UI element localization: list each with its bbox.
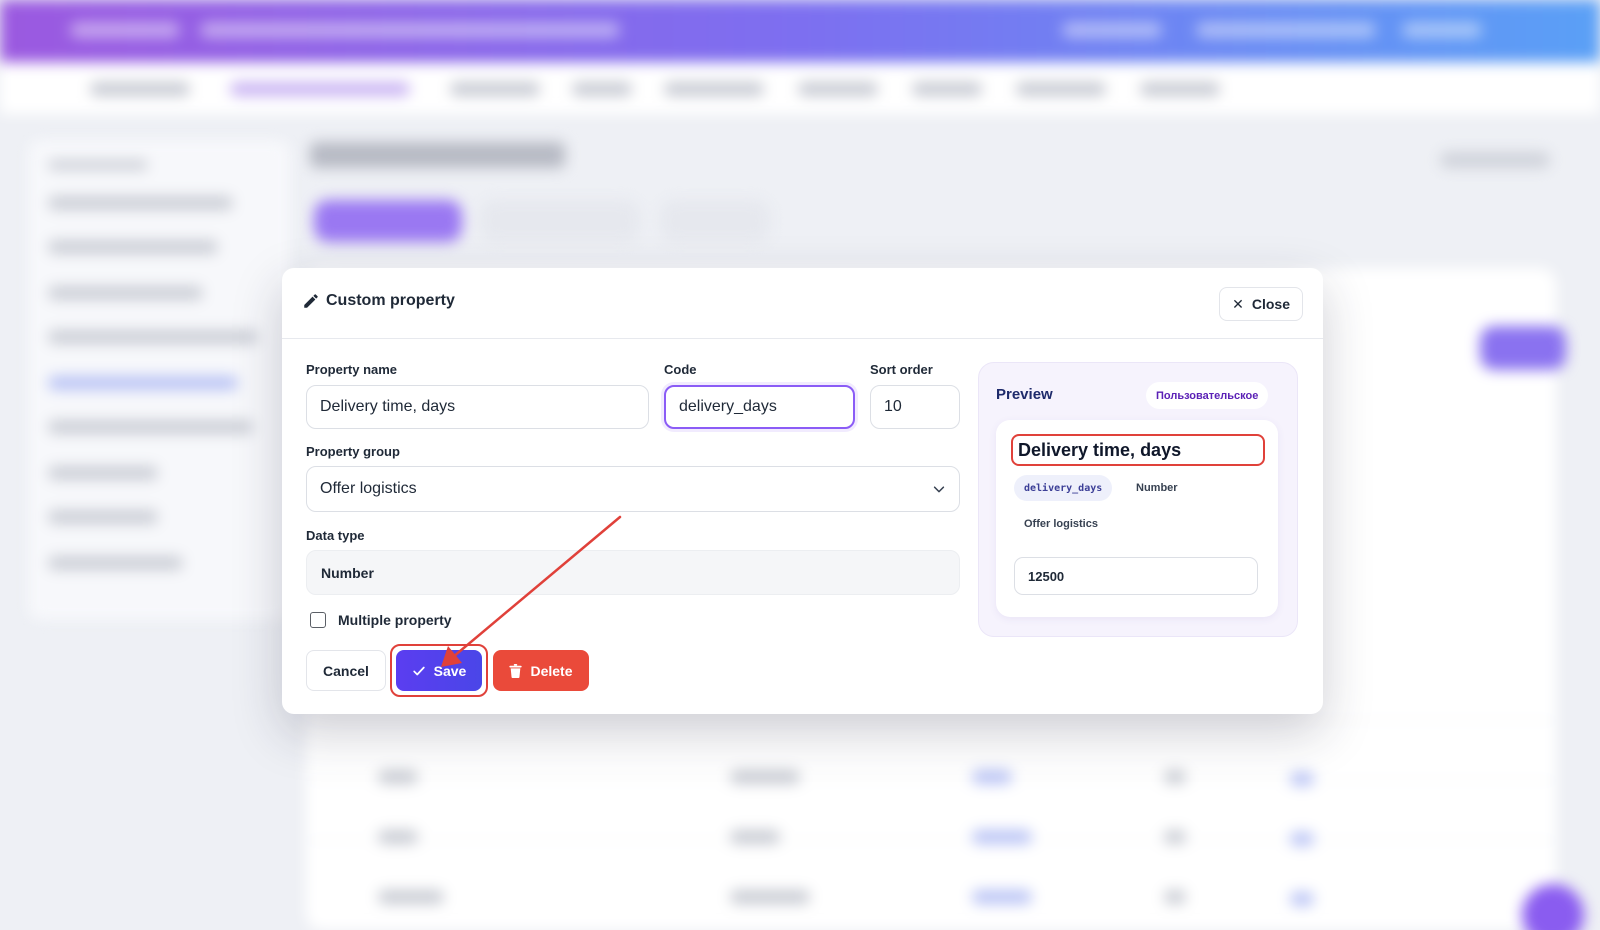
data-type-field[interactable]: Number — [306, 550, 960, 595]
table-cell — [1164, 770, 1186, 784]
nav-item — [912, 82, 982, 96]
preview-value-input[interactable]: 12500 — [1014, 557, 1258, 595]
sidebar-item-active — [48, 376, 238, 390]
code-value: delivery_days — [679, 398, 777, 415]
preview-value-text: 12500 — [1028, 568, 1065, 584]
table-cell — [378, 830, 418, 844]
sidebar-item — [48, 556, 183, 570]
delete-button-label: Delete — [530, 662, 573, 679]
save-button-label: Save — [433, 662, 467, 679]
nav-item — [1140, 82, 1220, 96]
sidebar-item — [48, 240, 218, 254]
data-type-value: Number — [321, 564, 374, 581]
preview-property-name-text: Delivery time, days — [1018, 439, 1182, 460]
property-name-label: Property name — [306, 362, 398, 377]
tab-active — [314, 200, 462, 242]
save-button[interactable]: Save — [396, 650, 482, 691]
modal-header: Custom property ✕ Close — [282, 268, 1323, 339]
nav-item — [450, 82, 540, 96]
table-cell — [972, 890, 1032, 904]
table-cell — [972, 830, 1032, 844]
user-menu — [1196, 22, 1376, 38]
preview-type-chip: Number — [1136, 482, 1178, 494]
table-cell — [378, 770, 418, 784]
add-button — [1480, 326, 1566, 370]
tab — [660, 200, 770, 242]
nav-item — [664, 82, 764, 96]
sidebar-item — [48, 196, 233, 210]
nav-item-active — [230, 82, 410, 96]
table-cell — [1164, 890, 1186, 904]
property-group-label: Property group — [306, 444, 400, 459]
tab — [480, 200, 640, 242]
trash-icon — [509, 663, 523, 678]
table-row — [306, 840, 1556, 841]
sidebar-item — [48, 510, 158, 524]
preview-code-chip: delivery_days — [1014, 475, 1113, 501]
preview-property-name: Delivery time, days — [1011, 434, 1265, 466]
cancel-button[interactable]: Cancel — [306, 650, 386, 691]
sort-order-input[interactable]: 10 — [870, 385, 960, 429]
sidebar-item — [48, 330, 258, 344]
table-cell — [730, 770, 800, 784]
table-cell — [730, 890, 810, 904]
table-cell — [972, 770, 1012, 784]
app-logo — [70, 22, 180, 38]
table-cell — [1290, 892, 1314, 906]
multiple-property-row[interactable]: Multiple property — [310, 612, 452, 628]
preview-badge: Пользовательское — [1146, 382, 1269, 409]
cancel-button-label: Cancel — [323, 662, 369, 679]
property-name-input[interactable]: Delivery time, days — [306, 385, 649, 429]
sidebar-item — [48, 286, 203, 300]
sort-order-value: 10 — [884, 398, 902, 415]
chevron-down-icon — [933, 486, 945, 493]
breadcrumb — [200, 22, 620, 38]
sidebar-heading — [48, 160, 148, 170]
modal-title-text: Custom property — [326, 292, 455, 309]
close-icon: ✕ — [1232, 295, 1244, 312]
code-label: Code — [664, 362, 697, 377]
sidebar-item — [48, 466, 158, 480]
table-row — [306, 780, 1556, 781]
preview-group-chip: Offer logistics — [1024, 518, 1098, 530]
multiple-property-label: Multiple property — [338, 612, 452, 628]
table-cell — [730, 830, 780, 844]
table-cell — [378, 890, 444, 904]
nav-item — [798, 82, 878, 96]
preview-title: Preview — [996, 386, 1053, 403]
nav-item — [1016, 82, 1106, 96]
pencil-icon — [304, 294, 318, 308]
table-cell — [1164, 830, 1186, 844]
property-name-value: Delivery time, days — [320, 398, 456, 415]
nav-item — [90, 82, 190, 96]
back-button — [1440, 152, 1550, 168]
sort-order-label: Sort order — [870, 362, 933, 377]
multiple-property-checkbox[interactable] — [310, 612, 326, 628]
table-cell — [1290, 772, 1314, 786]
property-group-value: Offer logistics — [320, 480, 417, 497]
check-icon — [412, 666, 425, 675]
delete-button[interactable]: Delete — [493, 650, 589, 691]
table-row — [306, 720, 1556, 721]
data-type-label: Data type — [306, 528, 365, 543]
code-input[interactable]: delivery_days — [664, 385, 855, 429]
sidebar-item — [48, 420, 253, 434]
table-cell — [1290, 832, 1314, 846]
modal-title: Custom property — [302, 292, 455, 310]
nav-item — [572, 82, 632, 96]
language-switch — [1062, 22, 1162, 38]
close-button-label: Close — [1251, 296, 1290, 312]
property-group-select[interactable]: Offer logistics — [306, 466, 960, 512]
logout-link — [1402, 22, 1482, 38]
page-title — [310, 142, 565, 168]
close-button[interactable]: ✕ Close — [1219, 287, 1303, 321]
